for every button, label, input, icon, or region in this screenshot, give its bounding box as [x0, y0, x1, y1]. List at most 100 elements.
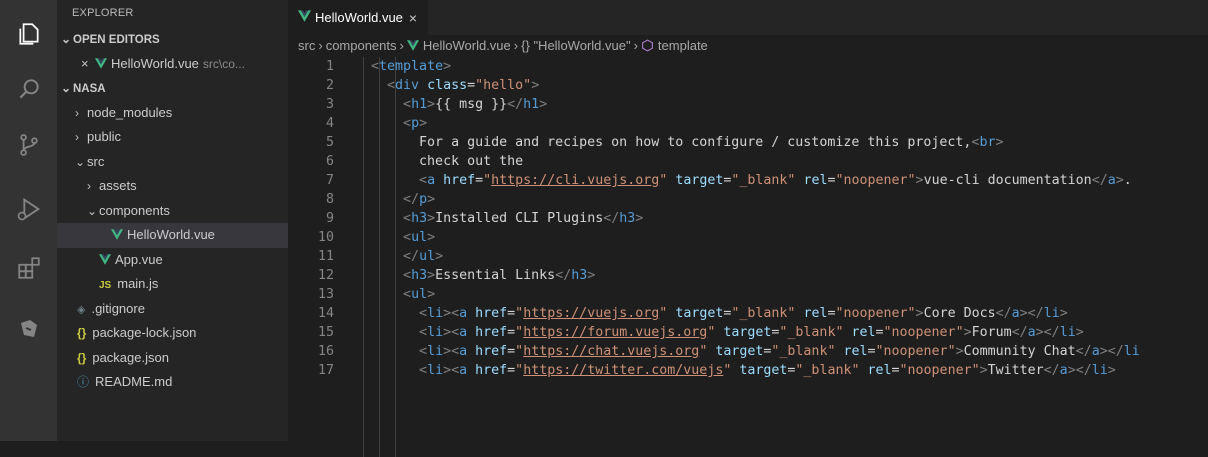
code-token: a [1011, 306, 1020, 321]
source-control-icon[interactable] [0, 121, 57, 169]
line-number: 12 [317, 268, 334, 283]
tree-item-label: assets [99, 178, 137, 193]
code-token: " [515, 325, 524, 340]
code-token: ul [411, 230, 428, 245]
code-token: " [483, 173, 492, 188]
code-token: Community Chat [963, 344, 1076, 359]
line-number: 17 [317, 363, 334, 378]
tree-item-gitignore[interactable]: ◈ .gitignore [57, 297, 288, 322]
code-token: > [963, 325, 972, 340]
tab-helloworld-vue[interactable]: HelloWorld.vue × [288, 0, 428, 35]
line-source: <template> [355, 57, 451, 76]
search-icon[interactable] [0, 65, 57, 113]
tree-item-app-vue[interactable]: App.vue [57, 248, 288, 273]
code-token: https://forum.vuejs.org [523, 325, 708, 340]
remote-explorer-icon[interactable] [0, 305, 57, 353]
open-editor-item[interactable]: × HelloWorld.vue src\co... [57, 52, 288, 77]
code-token: = [467, 78, 476, 93]
line-number: 6 [325, 154, 334, 169]
breadcrumb-item[interactable]: components [326, 38, 397, 53]
code-token: > [979, 363, 988, 378]
tree-item-components[interactable]: ⌄ components [57, 199, 288, 224]
code-token: " [515, 363, 524, 378]
code-token: </ [603, 211, 620, 226]
run-debug-icon[interactable] [0, 185, 57, 233]
tree-item-public[interactable]: › public [57, 125, 288, 150]
code-token: h3 [411, 211, 428, 226]
code-token: vue-cli documentation [923, 173, 1092, 188]
code-token: class [427, 78, 468, 93]
line-source: check out the [355, 152, 523, 171]
code-token: < [419, 344, 428, 359]
tree-item-label: public [87, 129, 121, 144]
code-token: < [403, 230, 412, 245]
tree-item-assets[interactable]: › assets [57, 174, 288, 199]
code-token: https://twitter.com/vuejs [523, 363, 724, 378]
tree-item-src[interactable]: ⌄ src [57, 150, 288, 175]
template-icon [641, 37, 654, 59]
code-editor[interactable]: 1 <template> 2 <div class="hello"> 3 <h1>{… [288, 57, 1208, 441]
code-token: > [587, 268, 596, 283]
line-number: 2 [325, 78, 334, 93]
line-source: <li><a href="https://twitter.com/vuejs" … [355, 361, 1116, 380]
code-token: href [475, 363, 508, 378]
vue-file-icon [298, 10, 311, 25]
code-token: ></ [1067, 363, 1092, 378]
tree-item-label: src [87, 153, 105, 169]
tree-item-readme-md[interactable]: ⓘ README.md [57, 370, 288, 395]
code-token: = [507, 344, 516, 359]
line-source: <li><a href="https://forum.vuejs.org" ta… [355, 323, 1084, 342]
code-token: </ [1075, 344, 1092, 359]
code-token: h3 [619, 211, 636, 226]
code-token: "noopener" [835, 306, 916, 321]
line-number: 3 [325, 97, 334, 112]
tree-item-package-lock-json[interactable]: {} package-lock.json [57, 321, 288, 346]
chevron-right-icon: › [399, 38, 404, 53]
line-source: <ul> [355, 285, 435, 304]
tree-item-node-modules[interactable]: › node_modules [57, 101, 288, 126]
tree-item-package-json[interactable]: {} package.json [57, 346, 288, 371]
json-file-icon: {} [77, 350, 87, 365]
tree-item-label: package-lock.json [92, 325, 197, 340]
code-token: > [915, 173, 924, 188]
tree-item-helloworld-vue[interactable]: HelloWorld.vue [57, 223, 288, 248]
breadcrumb-item[interactable]: "HelloWorld.vue" [533, 38, 630, 53]
project-header[interactable]: ⌄ NASA [57, 76, 288, 101]
line-number: 7 [325, 173, 334, 188]
code-token: a [1027, 325, 1036, 340]
code-token: href [443, 173, 476, 188]
line-number: 13 [317, 287, 334, 302]
code-token: li [1043, 306, 1060, 321]
code-token: ul [419, 249, 436, 264]
extensions-icon[interactable] [0, 244, 57, 292]
line-source: <p> [355, 114, 427, 133]
code-token: h1 [523, 97, 540, 112]
chevron-down-icon: ⌄ [87, 203, 98, 218]
tree-item-main-js[interactable]: JS main.js [57, 272, 288, 297]
chevron-right-icon: › [87, 179, 91, 193]
code-token: "hello" [475, 78, 532, 93]
code-token: < [403, 211, 412, 226]
code-token: a [1091, 344, 1100, 359]
code-token: Essential Links [435, 268, 556, 283]
code-token: < [403, 116, 412, 131]
line-source: <li><a href="https://vuejs.org" target="… [355, 304, 1068, 323]
code-token: li [427, 363, 444, 378]
explorer-icon[interactable] [0, 10, 57, 58]
close-icon[interactable]: × [409, 10, 417, 26]
code-token: template [379, 59, 444, 74]
breadcrumb-item[interactable]: HelloWorld.vue [423, 38, 511, 53]
line-number: 11 [317, 249, 334, 264]
breadcrumb-item[interactable]: src [298, 38, 315, 53]
open-editors-header[interactable]: ⌄ OPEN EDITORS [57, 27, 288, 52]
code-token: < [387, 78, 396, 93]
code-token: a [459, 325, 468, 340]
code-token: "noopener" [899, 363, 980, 378]
code-token: </ [555, 268, 572, 283]
code-token: < [419, 173, 428, 188]
close-icon[interactable]: × [81, 52, 95, 77]
code-token: h3 [411, 268, 428, 283]
breadcrumb-item[interactable]: template [658, 38, 708, 53]
